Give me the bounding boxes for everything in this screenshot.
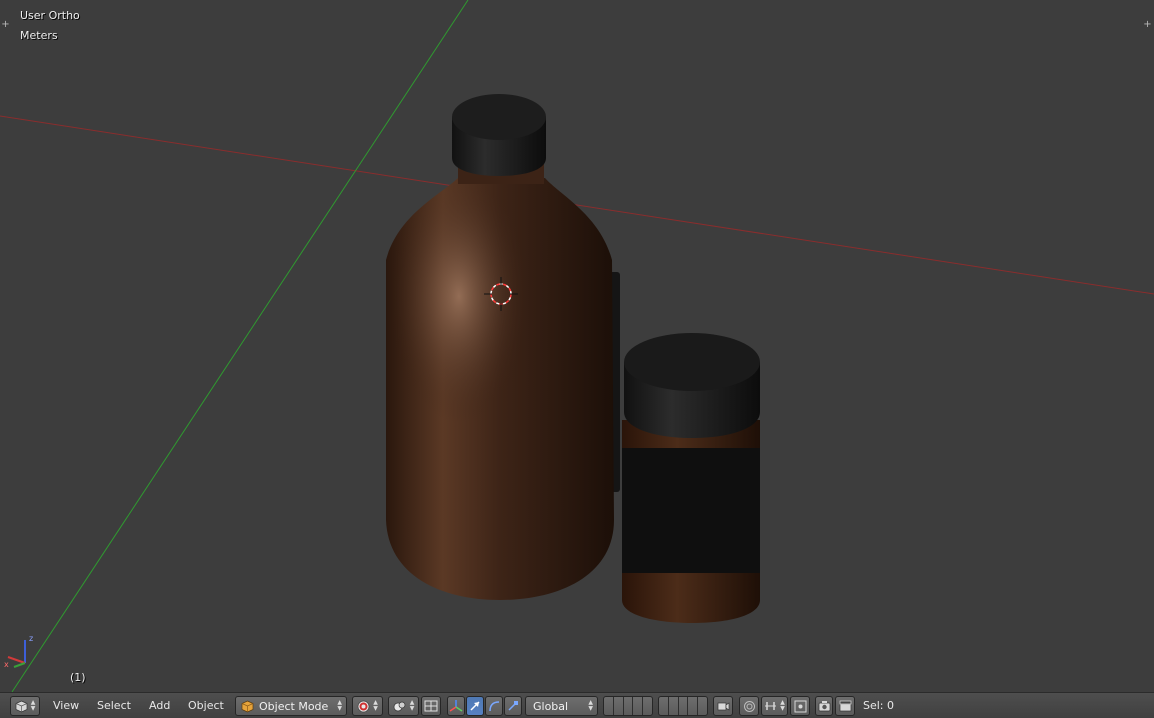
jar-object [622,333,760,623]
proportional-editing-icon [743,700,755,712]
region-expand-right-icon[interactable]: + [1143,20,1152,30]
clapperboard-icon [839,700,851,712]
svg-text:x: x [4,660,9,669]
menu-select[interactable]: Select [97,698,131,714]
snap-target-button[interactable] [790,696,810,716]
scale-manipulator-button[interactable] [504,696,522,716]
mode-dropdown[interactable]: Object Mode ▲ ▼ [235,696,347,716]
layer-buttons[interactable] [604,697,652,715]
lock-camera-icon [717,702,729,711]
view-name-label: User Ortho [20,9,80,22]
layers-group-1[interactable] [603,696,653,716]
selection-count: Sel: 0 [863,699,895,712]
snap-magnet-icon [765,702,777,710]
mode-label: Object Mode [259,699,329,713]
svg-text:z: z [29,634,33,643]
menu-object[interactable]: Object [188,698,224,714]
manipulator-toggle-icon [424,700,438,712]
snap-element-dropdown[interactable]: ▲ ▼ [761,696,788,716]
bottle-object [386,94,620,600]
viewport-shading-button[interactable]: ▲ ▼ [352,696,383,716]
scale-icon [508,701,518,711]
render-opengl-image-button[interactable] [815,696,833,716]
menu-view[interactable]: View [53,698,79,714]
3d-viewport[interactable]: z x User Ortho Meters (1) + + [0,0,1154,692]
manipulator-combined-button[interactable] [447,696,465,716]
dropdown-arrows-icon: ▲ ▼ [337,699,342,712]
frame-number-label: (1) [70,671,86,684]
axis-gizmo: z x [4,634,33,669]
region-expand-left-icon[interactable]: + [1,20,10,30]
viewport-shading-icon [357,700,370,712]
proportional-editing-button[interactable] [739,696,759,716]
orientation-label: Global [533,699,569,713]
object-mode-cube-icon [241,700,254,712]
rotate-manipulator-button[interactable] [485,696,503,716]
render-camera-icon [818,701,830,712]
viewport-header: ▲ ▼ View Select Add Object Object Mode ▲ ▼… [0,692,1154,718]
layers-group-2[interactable] [658,696,708,716]
layer-buttons[interactable] [659,697,707,715]
translate-arrow-icon [470,701,480,711]
transform-axes-icon [449,700,463,712]
scene-canvas[interactable]: z x [0,0,1154,692]
dropdown-arrows-icon: ▲ ▼ [373,699,378,712]
rotate-arc-icon [489,701,500,712]
render-opengl-animation-button[interactable] [835,696,855,716]
cube-editor-icon [15,700,28,712]
editor-type-button[interactable]: ▲ ▼ [10,696,40,716]
orientation-dropdown[interactable]: Global ▲ ▼ [525,696,598,716]
pivot-point-icon [393,701,406,711]
snap-target-icon [794,700,806,712]
translate-manipulator-button[interactable] [466,696,484,716]
units-label: Meters [20,29,58,42]
dropdown-arrows-icon: ▲ ▼ [780,699,785,712]
pivot-point-button[interactable]: ▲ ▼ [388,696,419,716]
dropdown-arrows-icon: ▲ ▼ [409,699,415,712]
dropdown-arrows-icon: ▲ ▼ [30,699,36,712]
lock-layers-button[interactable] [713,696,733,716]
dropdown-arrows-icon: ▲ ▼ [588,699,593,712]
menu-add[interactable]: Add [149,698,170,714]
manipulator-toggle-button[interactable] [421,696,441,716]
